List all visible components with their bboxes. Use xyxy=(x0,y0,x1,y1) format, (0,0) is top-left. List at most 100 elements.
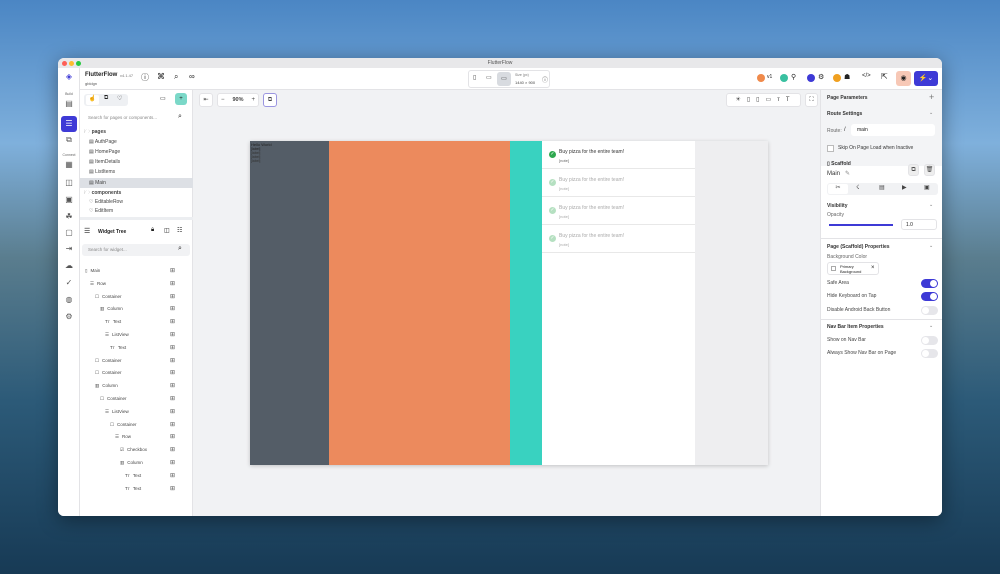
add-child-icon[interactable]: ⊞ xyxy=(170,304,175,314)
animations-tab-icon[interactable]: ▶ xyxy=(902,184,907,191)
tree-node[interactable]: Tт Text ⊞ xyxy=(80,471,193,481)
project-name[interactable]: gbldgn xyxy=(85,81,97,86)
zoom-in-button[interactable]: + xyxy=(251,94,255,107)
checkbox-icon[interactable]: ✓ xyxy=(549,179,556,186)
tree-node[interactable]: Tт Text ⊞ xyxy=(80,484,193,494)
list-item[interactable]: ✓ Buy pizza for the entire team! [note] xyxy=(542,141,695,169)
keyboard-icon[interactable]: ▭ xyxy=(765,97,777,103)
chevron-down-icon[interactable]: ⌄ xyxy=(929,243,933,249)
teal-container[interactable] xyxy=(510,141,542,465)
list-item[interactable]: ✓ Buy pizza for the entire team! [note] xyxy=(542,169,695,197)
tree-node[interactable]: ☑ Checkbox ⊞ xyxy=(80,445,193,455)
tree-node[interactable]: ☰ Row ⊞ xyxy=(80,279,193,289)
tree-node[interactable]: Tт Text ⊞ xyxy=(80,343,193,353)
test-icon[interactable]: ✓ xyxy=(63,278,75,288)
help-icon[interactable]: ⓘ xyxy=(141,72,149,83)
add-child-icon[interactable]: ⊞ xyxy=(170,471,175,481)
search-icon[interactable]: ⌕ xyxy=(174,72,178,82)
pages-folder[interactable]: 🗁 pages xyxy=(80,127,193,137)
page-item[interactable]: ▤ ItemDetails xyxy=(80,157,193,167)
add-child-icon[interactable]: ⊞ xyxy=(170,420,175,430)
add-child-icon[interactable]: ⊞ xyxy=(170,484,175,494)
run-button[interactable]: ⚡⌄ xyxy=(914,71,938,86)
add-child-icon[interactable]: ⊞ xyxy=(170,432,175,442)
new-folder-icon[interactable]: ▭ xyxy=(160,95,166,102)
add-child-icon[interactable]: ⊞ xyxy=(170,445,175,455)
publish-icon[interactable]: ◍ xyxy=(63,295,75,305)
add-child-icon[interactable]: ⊞ xyxy=(170,292,175,302)
checkbox-icon[interactable]: ✓ xyxy=(549,235,556,242)
checkbox-icon[interactable]: ✓ xyxy=(549,207,556,214)
page-item-selected[interactable]: ▤ Main xyxy=(80,178,193,188)
add-child-icon[interactable]: ⊞ xyxy=(170,368,175,378)
export-icon[interactable]: ⇱ xyxy=(881,72,888,81)
close-window-button[interactable] xyxy=(62,60,67,66)
team-icon[interactable]: ☘ xyxy=(63,212,75,222)
add-parameter-button[interactable]: + xyxy=(929,92,934,102)
page-selector-icon[interactable]: ▤ xyxy=(63,99,75,109)
minimize-window-button[interactable] xyxy=(69,60,74,66)
add-child-icon[interactable]: ⊞ xyxy=(170,407,175,417)
add-child-icon[interactable]: ⊞ xyxy=(170,279,175,289)
lock-icon[interactable]: 🔒︎ xyxy=(151,227,154,234)
list-item[interactable]: ✓ Buy pizza for the entire team! [note] xyxy=(542,197,695,225)
app-state-icon[interactable]: ◫ xyxy=(63,178,75,188)
add-child-icon[interactable]: ⊞ xyxy=(170,330,175,340)
checkbox-icon[interactable]: ✓ xyxy=(549,151,556,158)
preview-button[interactable]: ◉ xyxy=(896,71,911,86)
phone-icon[interactable]: ▯ xyxy=(473,74,476,81)
backend-query-tab-icon[interactable]: ▤ xyxy=(879,184,885,191)
chevron-down-icon[interactable]: ⌄ xyxy=(929,110,933,116)
billing-icon[interactable] xyxy=(833,74,841,82)
docs-tab-icon[interactable]: ▣ xyxy=(924,184,930,191)
edit-icon[interactable]: ✎ xyxy=(845,170,850,177)
custom-code-icon[interactable]: ⇥ xyxy=(63,244,75,254)
link-icon[interactable]: ∞ xyxy=(189,72,195,81)
theme-icon[interactable]: ☀ xyxy=(735,97,746,103)
tree-node[interactable]: ▥ Column ⊞ xyxy=(80,304,193,314)
safe-area-toggle[interactable] xyxy=(921,279,938,288)
tree-node[interactable]: Tт Text ⊞ xyxy=(80,317,193,327)
settings-icon[interactable]: ⚙ xyxy=(818,73,824,81)
expand-all-icon[interactable]: ☷ xyxy=(177,227,182,234)
add-child-icon[interactable]: ⊞ xyxy=(170,317,175,327)
add-page-button[interactable]: + xyxy=(175,93,187,105)
tablet-icon[interactable]: ▭ xyxy=(486,74,492,81)
add-child-icon[interactable]: ⊞ xyxy=(170,381,175,391)
cloud-icon[interactable]: ☁ xyxy=(63,261,75,271)
add-child-icon[interactable]: ⊞ xyxy=(170,356,175,366)
command-icon[interactable]: ⌘ xyxy=(157,72,165,81)
api-icon[interactable]: ▣ xyxy=(63,195,75,205)
panel-resize-handle[interactable] xyxy=(80,217,193,220)
add-child-icon[interactable]: ⊞ xyxy=(170,458,175,468)
tab-components-icon[interactable]: ⧉ xyxy=(104,95,108,102)
tab-library-icon[interactable]: ♡ xyxy=(117,95,122,102)
clear-icon[interactable]: × xyxy=(871,265,875,271)
firebase-icon[interactable] xyxy=(807,74,815,82)
page-search-input[interactable]: Search for pages or components... xyxy=(88,115,157,120)
tree-node[interactable]: ▥ Column ⊞ xyxy=(80,381,193,391)
show-nav-toggle[interactable] xyxy=(921,336,938,345)
gray-column[interactable]: Hello World [label] [label] [label] [lab… xyxy=(250,141,329,465)
chevron-down-icon[interactable]: ⌄ xyxy=(929,202,933,208)
collapse-icon[interactable]: ◫ xyxy=(164,227,170,234)
tab-pages-icon[interactable]: ☝ xyxy=(86,95,99,105)
list-item[interactable]: ✓ Buy pizza for the entire team! [note] xyxy=(542,225,695,253)
chevron-down-icon[interactable]: ⌄ xyxy=(929,323,933,329)
component-item[interactable]: ♡ EditItem xyxy=(80,206,193,216)
route-input[interactable]: main xyxy=(851,124,935,136)
widget-name[interactable]: Main xyxy=(827,171,840,177)
version-icon[interactable] xyxy=(757,74,765,82)
tree-node[interactable]: ☰ ListView ⊞ xyxy=(80,330,193,340)
disable-back-toggle[interactable] xyxy=(921,306,938,315)
firestore-icon[interactable]: ▦ xyxy=(63,160,75,170)
canvas-view-toolbar[interactable]: ☀▯▯▭ᴛT xyxy=(726,93,801,107)
tree-node[interactable]: ☐ Container ⊞ xyxy=(80,356,193,366)
zoom-out-button[interactable]: − xyxy=(221,94,225,107)
widget-search-input[interactable]: Search for widget... ⌕ xyxy=(82,244,190,256)
add-child-icon[interactable]: ⊞ xyxy=(170,266,175,276)
opacity-input[interactable]: 1.0 xyxy=(901,219,937,230)
info-icon[interactable]: ⓘ xyxy=(542,75,548,84)
text-scale-icon[interactable]: ᴛT xyxy=(777,97,795,103)
code-icon[interactable]: </> xyxy=(862,73,871,79)
